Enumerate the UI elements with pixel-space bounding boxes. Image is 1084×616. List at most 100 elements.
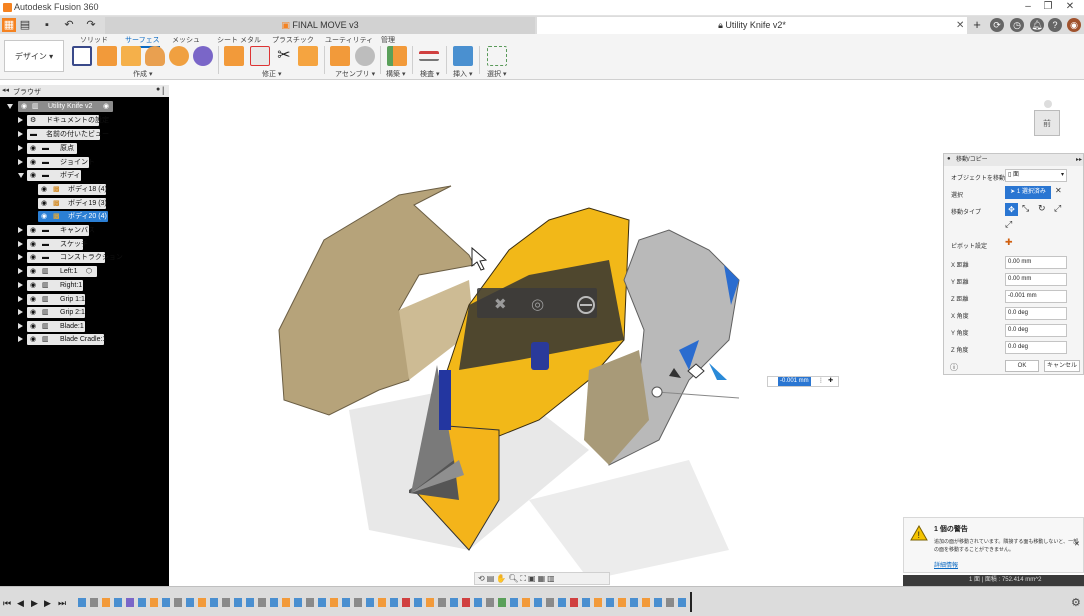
extensions-icon[interactable]: ⟳: [990, 18, 1004, 32]
pin-icon[interactable]: ●: [156, 86, 160, 93]
close-window-button[interactable]: ✕: [1060, 1, 1080, 12]
distance-value[interactable]: -0.001 mm: [778, 377, 811, 386]
eye-icon[interactable]: ◉: [30, 170, 36, 181]
pivot-icon[interactable]: ✚: [828, 377, 833, 386]
distance-input-box[interactable]: -0.001 mm ⋮ ✚: [767, 376, 839, 387]
tab-utilities[interactable]: ユーティリティ: [325, 35, 373, 45]
view-cube[interactable]: 前: [1026, 100, 1066, 140]
expand-triangle-icon[interactable]: [18, 159, 23, 165]
expand-triangle-icon[interactable]: [18, 336, 23, 342]
point-to-position-icon[interactable]: ⤢: [1005, 219, 1012, 230]
expand-icon[interactable]: |: [162, 85, 164, 95]
eye-icon[interactable]: ◉: [30, 294, 36, 305]
tree-item-right[interactable]: ◉ ▥ Right:1: [0, 280, 169, 291]
blade-clip[interactable]: [439, 370, 451, 430]
rotate-icon[interactable]: ↻: [1038, 203, 1046, 214]
z-angle-input[interactable]: 0.0 deg: [1005, 341, 1067, 354]
grid-icon[interactable]: ▦: [538, 574, 548, 583]
step-back-icon[interactable]: ◀: [17, 598, 24, 609]
workspace-dropdown[interactable]: デザイン ▾: [4, 40, 64, 72]
scissors-icon[interactable]: ✂: [274, 46, 294, 66]
press-pull-icon[interactable]: [224, 46, 244, 66]
extrude-icon[interactable]: [97, 46, 117, 66]
hide-overlay-icon[interactable]: ◎: [531, 296, 544, 313]
help-icon[interactable]: ?: [1048, 18, 1062, 32]
activate-radio-icon[interactable]: ⬡: [86, 266, 92, 277]
eye-icon[interactable]: ◉: [41, 211, 47, 222]
free-move-icon[interactable]: ✥: [1005, 203, 1018, 216]
loft-icon[interactable]: [169, 46, 189, 66]
expand-triangle-icon[interactable]: [18, 145, 23, 151]
file-menu-icon[interactable]: ▤: [18, 18, 32, 32]
new-component-icon[interactable]: [330, 46, 350, 66]
clear-selection-icon[interactable]: ✕: [1055, 186, 1062, 195]
patch-icon[interactable]: [193, 46, 213, 66]
manipulator-pivot[interactable]: [651, 386, 663, 398]
tree-item-blade[interactable]: ◉ ▥ Blade:1: [0, 321, 169, 332]
x-distance-input[interactable]: 0.00 mm: [1005, 256, 1067, 269]
tab-mesh[interactable]: メッシュ: [172, 35, 200, 45]
timeline-marker[interactable]: [690, 592, 692, 612]
tree-item-origin[interactable]: ◉ ▬ 原点: [0, 143, 169, 154]
timeline-features[interactable]: [76, 596, 696, 610]
undo-icon[interactable]: ↶: [62, 18, 76, 32]
eye-icon[interactable]: ◉: [21, 101, 27, 112]
user-avatar[interactable]: ◉: [1067, 18, 1081, 32]
expand-triangle-icon[interactable]: [18, 282, 23, 288]
tree-item-body18[interactable]: ◉ ▩ ボディ18 (4): [0, 184, 169, 195]
set-pivot-icon[interactable]: ✚: [1005, 237, 1013, 248]
viewports-icon[interactable]: ▥: [547, 574, 557, 583]
fit-icon[interactable]: ⛶: [520, 574, 528, 583]
more-icon[interactable]: ⋮: [818, 377, 824, 386]
tab-plastic[interactable]: プラスチック: [272, 35, 314, 45]
eye-icon[interactable]: ◉: [30, 307, 36, 318]
tree-item-canvases[interactable]: ◉ ▬ キャンバス: [0, 225, 169, 236]
expand-triangle-icon[interactable]: [18, 173, 24, 178]
job-status-icon[interactable]: ◷: [1010, 18, 1024, 32]
dialog-drag-icon[interactable]: ●: [947, 156, 951, 162]
view-cube-face[interactable]: 前: [1034, 110, 1060, 136]
display-settings-icon[interactable]: ▣: [528, 574, 538, 583]
y-angle-input[interactable]: 0.0 deg: [1005, 324, 1067, 337]
eye-icon[interactable]: ◉: [30, 225, 36, 236]
tab-solid[interactable]: ソリッド: [80, 35, 108, 45]
create-sketch-icon[interactable]: [72, 46, 92, 66]
expand-triangle-icon[interactable]: [18, 131, 23, 137]
delete-face-icon[interactable]: [250, 46, 270, 66]
close-tab-icon[interactable]: ✕: [956, 17, 964, 34]
tree-item-left[interactable]: ◉ ▥ Left:1 ⬡: [0, 266, 169, 277]
expand-triangle-icon[interactable]: [18, 227, 23, 233]
move-icon[interactable]: [298, 46, 318, 66]
eye-icon[interactable]: ◉: [30, 280, 36, 291]
info-icon[interactable]: ⓘ: [950, 362, 958, 373]
go-to-start-icon[interactable]: ⏮: [3, 598, 11, 609]
expand-triangle-icon[interactable]: [18, 323, 23, 329]
point-to-point-icon[interactable]: ⤢: [1054, 203, 1061, 214]
minimize-button[interactable]: –: [1018, 1, 1038, 12]
orbit-icon[interactable]: ⟲: [478, 574, 487, 583]
tree-item-grip1[interactable]: ◉ ▥ Grip 1:1: [0, 294, 169, 305]
group-assemble[interactable]: アセンブリ ▾: [335, 69, 375, 79]
notifications-icon[interactable]: 🔔︎: [1030, 18, 1044, 32]
go-to-end-icon[interactable]: ⏭: [58, 598, 66, 609]
tree-item-doc-settings[interactable]: ⚙ ドキュメントの設定: [0, 115, 169, 126]
redo-icon[interactable]: ↷: [84, 18, 98, 32]
tree-item-joints[interactable]: ◉ ▬ ジョイント: [0, 157, 169, 168]
tree-item-grip2[interactable]: ◉ ▥ Grip 2:1: [0, 307, 169, 318]
joint-icon[interactable]: [355, 46, 375, 66]
eye-icon[interactable]: ◉: [41, 184, 47, 195]
zoom-icon[interactable]: 🔍︎: [508, 574, 520, 583]
group-modify[interactable]: 修正 ▾: [262, 69, 281, 79]
pan-icon[interactable]: ✋: [496, 574, 508, 583]
tree-item-body20[interactable]: ◉ ▩ ボディ20 (4): [0, 211, 169, 222]
save-icon[interactable]: ▪: [40, 18, 54, 32]
expand-triangle-icon[interactable]: [18, 254, 23, 260]
eye-icon[interactable]: ◉: [30, 266, 36, 277]
tree-item-blade-cradle[interactable]: ◉ ▥ Blade Cradle:1: [0, 334, 169, 345]
cancel-button[interactable]: キャンセル: [1044, 360, 1080, 372]
tree-item-construction[interactable]: ◉ ▬ コンストラクション: [0, 252, 169, 263]
object-dropdown[interactable]: ▯ 面 ▾: [1005, 169, 1067, 182]
eye-icon[interactable]: ◉: [30, 239, 36, 250]
expand-triangle-icon[interactable]: [18, 117, 23, 123]
knob[interactable]: [531, 342, 549, 370]
